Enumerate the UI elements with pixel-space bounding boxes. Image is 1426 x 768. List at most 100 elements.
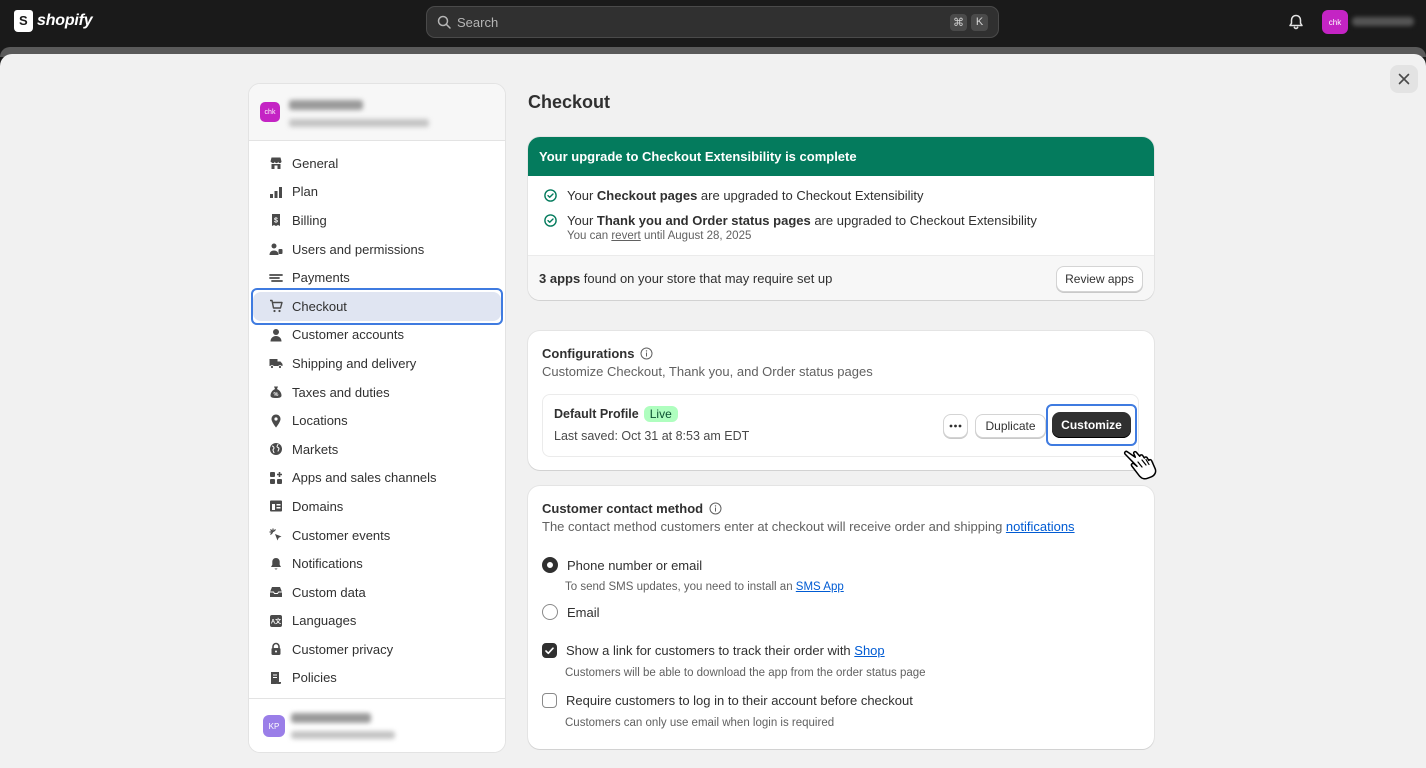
sidebar-item-customer-privacy[interactable]: Customer privacy [253, 635, 501, 664]
domains-icon [269, 499, 283, 513]
radio-label: Email [567, 604, 600, 620]
settings-sidebar: chk General Plan $ Billing Users and perm… [248, 83, 506, 753]
status-text: are upgraded to Checkout Extensibility [810, 213, 1037, 228]
checkbox-unchecked[interactable] [542, 693, 557, 708]
sidebar-item-label: Customer privacy [292, 641, 394, 657]
close-settings-button[interactable] [1390, 65, 1418, 93]
sidebar-item-label: Users and permissions [292, 241, 425, 257]
phone-help: To send SMS updates, you need to install… [565, 581, 844, 593]
contact-subtitle-text: The contact method customers enter at ch… [542, 519, 1006, 534]
checkbox-checked[interactable] [542, 643, 557, 658]
sidebar-item-apps[interactable]: Apps and sales channels [253, 464, 501, 493]
info-icon[interactable] [709, 502, 722, 515]
info-icon[interactable] [640, 347, 653, 360]
live-badge: Live [643, 406, 678, 422]
truck-icon [269, 356, 283, 370]
brand-name: shopify [37, 12, 93, 29]
status-text: Your [567, 213, 597, 228]
apps-text: found on your store that may require set… [580, 270, 833, 286]
store-icon [269, 156, 283, 170]
sidebar-item-label: Taxes and duties [292, 384, 390, 400]
policies-icon [269, 671, 283, 685]
search-input[interactable]: Search ⌘ K [426, 6, 999, 38]
radio-phone-or-email[interactable]: Phone number or email [542, 557, 702, 573]
sidebar-item-label: Customer events [292, 527, 391, 543]
customize-button[interactable]: Customize [1052, 412, 1131, 438]
contact-subtitle: The contact method customers enter at ch… [542, 519, 1075, 534]
sidebar-item-shipping[interactable]: Shipping and delivery [253, 349, 501, 378]
radio-unselected[interactable] [542, 604, 558, 620]
sidebar-item-plan[interactable]: Plan [253, 178, 501, 207]
review-apps-button[interactable]: Review apps [1056, 266, 1143, 292]
checkbox-label: Require customers to log in to their acc… [566, 693, 913, 708]
sidebar-item-billing[interactable]: $ Billing [253, 206, 501, 235]
sidebar-item-label: Checkout [292, 298, 347, 314]
duplicate-button[interactable]: Duplicate [975, 414, 1046, 438]
shortcut-command-key: ⌘ [950, 13, 967, 31]
top-bar: shopify Search ⌘ K chk [0, 0, 1426, 47]
cursor-icon [269, 528, 283, 542]
thankyou-pages-status: Your Thank you and Order status pages ar… [544, 213, 1037, 228]
upgrade-banner: Your upgrade to Checkout Extensibility i… [528, 137, 1154, 176]
sidebar-item-label: Apps and sales channels [292, 470, 437, 486]
upgrade-status-card: Your upgrade to Checkout Extensibility i… [528, 137, 1154, 300]
checkbox-show-shop-link[interactable]: Show a link for customers to track their… [542, 643, 885, 658]
status-text: are upgraded to Checkout Extensibility [697, 188, 924, 203]
default-profile-row: Default Profile Live Last saved: Oct 31 … [542, 394, 1139, 457]
checkbox-require-login[interactable]: Require customers to log in to their acc… [542, 693, 913, 708]
shopify-logo[interactable]: shopify [14, 10, 93, 32]
store-avatar[interactable]: chk [1322, 10, 1348, 34]
sidebar-item-customer-accounts[interactable]: Customer accounts [253, 321, 501, 350]
billing-icon: $ [269, 213, 283, 227]
login-help: Customers can only use email when login … [565, 717, 835, 729]
user-profile[interactable]: KP [249, 698, 505, 752]
sidebar-item-notifications[interactable]: Notifications [253, 549, 501, 578]
radio-email[interactable]: Email [542, 604, 600, 620]
store-avatar: chk [260, 102, 280, 122]
store-header[interactable]: chk [249, 84, 505, 141]
configurations-subtitle: Customize Checkout, Thank you, and Order… [542, 364, 873, 379]
shopify-bag-icon [14, 10, 33, 32]
sms-app-link[interactable]: SMS App [796, 581, 844, 593]
search-placeholder: Search [457, 14, 499, 30]
sidebar-item-custom-data[interactable]: Custom data [253, 578, 501, 607]
cart-icon [269, 299, 283, 313]
svg-text:%: % [274, 392, 279, 398]
checkmark-icon [545, 646, 554, 654]
plan-icon [269, 185, 283, 199]
sidebar-item-checkout[interactable]: Checkout [251, 288, 503, 325]
profile-name: Default Profile [554, 407, 639, 421]
sidebar-item-label: Locations [292, 413, 348, 429]
sidebar-item-locations[interactable]: Locations [253, 406, 501, 435]
sidebar-item-general[interactable]: General [253, 149, 501, 178]
sidebar-item-customer-events[interactable]: Customer events [253, 521, 501, 550]
shop-link[interactable]: Shop [854, 643, 884, 658]
sidebar-item-markets[interactable]: Markets [253, 435, 501, 464]
checkout-pages-status: Your Checkout pages are upgraded to Chec… [544, 188, 924, 203]
sidebar-item-label: Customer accounts [292, 327, 404, 343]
hand-pointer-cursor-icon [1123, 450, 1157, 480]
users-icon [269, 242, 283, 256]
sidebar-item-domains[interactable]: Domains [253, 492, 501, 521]
notifications-bell-icon[interactable] [1287, 13, 1305, 31]
configurations-heading: Configurations [542, 346, 653, 361]
sidebar-item-label: Markets [292, 441, 339, 457]
sidebar-item-label: Domains [292, 498, 344, 514]
radio-selected[interactable] [542, 557, 558, 573]
sidebar-item-languages[interactable]: A文 Languages [253, 607, 501, 636]
configurations-title: Configurations [542, 346, 635, 361]
tax-icon: % [269, 385, 283, 399]
customer-contact-card: Customer contact method The contact meth… [528, 486, 1154, 749]
sidebar-item-taxes[interactable]: % Taxes and duties [253, 378, 501, 407]
store-name-redacted[interactable] [1352, 17, 1414, 26]
sidebar-item-policies[interactable]: Policies [253, 664, 501, 693]
revert-link[interactable]: revert [611, 230, 640, 242]
customize-focus-ring: Customize [1046, 404, 1137, 446]
revert-text: until August 28, 2025 [640, 230, 752, 242]
sidebar-item-users[interactable]: Users and permissions [253, 235, 501, 264]
store-name-redacted [289, 100, 363, 110]
more-actions-button[interactable] [943, 414, 968, 438]
notifications-link[interactable]: notifications [1006, 519, 1075, 534]
revert-note: You can revert until August 28, 2025 [567, 230, 751, 242]
page-title: Checkout [528, 92, 611, 112]
